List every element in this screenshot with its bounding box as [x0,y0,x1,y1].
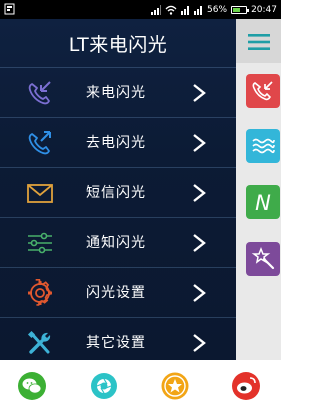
menu-item-other-settings[interactable]: 其它设置 [0,317,236,360]
sim-icon [181,5,190,15]
battery-icon [231,5,250,14]
chevron-right-icon [193,134,206,152]
battery-percent: 56% [207,4,228,15]
magic-wand-icon [251,246,275,270]
incoming-call-icon [252,81,273,101]
n-letter-icon: N [255,191,271,215]
status-right: 56% 20:47 [151,0,277,19]
wave-icon [252,138,275,154]
weibo-icon[interactable] [232,372,260,400]
sim-icon [194,5,203,15]
navigation-drawer: LT来电闪光 来电闪光 去电闪光 短信闪光 通知闪光 闪光设置 其它设置 [0,19,236,360]
menu-item-label: 去电闪光 [86,135,146,151]
gear-icon [28,279,52,306]
chevron-right-icon [193,84,206,102]
magic-tile[interactable] [246,242,280,276]
action-bar [236,19,281,63]
menu-item-label: 其它设置 [86,335,146,351]
dock [0,360,281,400]
outgoing-call-icon [28,131,51,155]
incoming-call-tile[interactable] [246,74,280,108]
main-content-peek: N [236,19,281,360]
chevron-right-icon [193,184,206,202]
status-bar: 56% 20:47 [0,0,281,19]
hamburger-icon[interactable] [248,33,270,51]
tools-icon [27,330,51,354]
menu-item-sms-flash[interactable]: 短信闪光 [0,167,236,217]
wifi-icon [165,5,177,15]
menu-item-incoming-flash[interactable]: 来电闪光 [0,67,236,117]
chevron-right-icon [193,334,206,352]
star-app-icon[interactable] [161,372,189,400]
notification-tile[interactable]: N [246,185,280,219]
menu-item-label: 通知闪光 [86,235,146,251]
svg-text:N: N [255,191,271,215]
menu-item-flash-settings[interactable]: 闪光设置 [0,267,236,317]
wave-tile[interactable] [246,129,280,163]
envelope-icon [27,184,53,203]
clock: 20:47 [251,4,277,15]
menu-item-outgoing-flash[interactable]: 去电闪光 [0,117,236,167]
app-title: LT来电闪光 [68,33,168,56]
wechat-icon[interactable] [18,372,46,400]
menu-item-label: 来电闪光 [86,85,146,101]
menu-item-notification-flash[interactable]: 通知闪光 [0,217,236,267]
menu-item-label: 闪光设置 [86,285,146,301]
chevron-right-icon [193,234,206,252]
sliders-icon [28,232,52,254]
chevron-right-icon [193,284,206,302]
menu-item-label: 短信闪光 [86,185,146,201]
incoming-call-icon [28,81,51,105]
notification-icon [4,3,15,15]
battery-fill [233,7,241,12]
signal-icon [151,4,162,15]
camera-aperture-icon[interactable] [90,372,118,400]
